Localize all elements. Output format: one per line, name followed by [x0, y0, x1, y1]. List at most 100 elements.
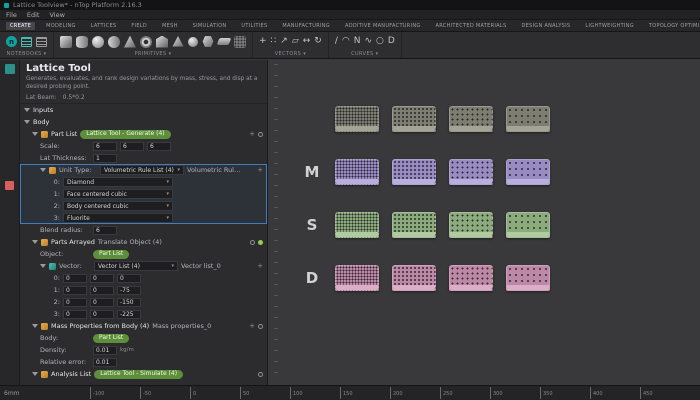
- add-icon[interactable]: +: [257, 262, 263, 270]
- vector-dropdown[interactable]: Vector List (4) ▾: [94, 261, 178, 271]
- part-list-block-header[interactable]: Part List Lattice Tool - Generate (4) +: [20, 128, 267, 140]
- vector-x-input[interactable]: 0: [63, 274, 87, 283]
- vector-z-input[interactable]: -75: [117, 286, 141, 295]
- lattice-part[interactable]: [506, 212, 550, 238]
- visibility-toggle-icon[interactable]: [250, 240, 255, 245]
- visibility-toggle-icon[interactable]: [258, 372, 263, 377]
- primitive-capsule-icon[interactable]: [108, 36, 120, 48]
- lattice-part[interactable]: [506, 159, 550, 185]
- vector-y-input[interactable]: 0: [90, 298, 114, 307]
- primitive-pyramid-icon[interactable]: [172, 36, 184, 48]
- add-icon[interactable]: +: [249, 322, 255, 330]
- mass-properties-block-header[interactable]: Mass Properties from Body (4) Mass prope…: [20, 320, 267, 332]
- caret-down-icon[interactable]: [32, 324, 38, 328]
- tab-lattices[interactable]: LATTICES: [87, 22, 121, 30]
- tab-mesh[interactable]: MESH: [158, 22, 182, 30]
- mass-body-value-pill[interactable]: Part List: [93, 334, 129, 343]
- rule-dropdown[interactable]: Face centered cubic ▾: [63, 189, 173, 199]
- analysis-list-value-pill[interactable]: Lattice Tool - Simulate (4): [94, 370, 183, 379]
- lattice-part[interactable]: [335, 159, 379, 185]
- primitive-lattice-icon[interactable]: [234, 36, 246, 48]
- primitive-box-icon[interactable]: [60, 36, 72, 48]
- scale-x-input[interactable]: 6: [93, 142, 117, 151]
- analysis-list-block-header[interactable]: Analysis List Lattice Tool - Simulate (4…: [20, 368, 267, 380]
- notebooks-section-label[interactable]: NOTEBOOKS ▾: [6, 51, 47, 57]
- curve-profile-icon[interactable]: D: [388, 37, 395, 46]
- lat-thickness-input[interactable]: 1: [93, 154, 117, 163]
- scale-y-input[interactable]: 6: [120, 142, 144, 151]
- object-value-pill[interactable]: Part List: [93, 250, 129, 259]
- vector-arrow-icon[interactable]: ↗: [280, 37, 288, 46]
- lattice-part[interactable]: [392, 265, 436, 291]
- tab-utilities[interactable]: UTILITIES: [237, 22, 271, 30]
- primitive-ball-icon[interactable]: [188, 37, 198, 47]
- vector-z-input[interactable]: -225: [117, 310, 141, 319]
- unit-type-dropdown[interactable]: Volumetric Rule List (4) ▾: [100, 165, 184, 175]
- primitive-torus-icon[interactable]: [140, 36, 152, 48]
- density-input[interactable]: 0.01: [93, 346, 117, 355]
- curve-circle-icon[interactable]: ○: [376, 37, 384, 46]
- vector-z-input[interactable]: 0: [117, 274, 141, 283]
- visibility-toggle-icon[interactable]: [258, 324, 263, 329]
- vector-y-input[interactable]: 0: [90, 310, 114, 319]
- inputs-section-row[interactable]: Inputs: [20, 104, 267, 116]
- relative-error-input[interactable]: 0.01: [93, 358, 117, 367]
- vector-header[interactable]: Vector: Vector List (4) ▾ Vector list_0 …: [20, 260, 267, 272]
- visibility-toggle-icon[interactable]: [258, 132, 263, 137]
- rule-dropdown[interactable]: Body centered cubic ▾: [63, 201, 173, 211]
- caret-down-icon[interactable]: [32, 372, 38, 376]
- primitives-section-label[interactable]: PRIMITIVES ▾: [60, 51, 246, 57]
- caret-down-icon[interactable]: [32, 240, 38, 244]
- primitive-cone-icon[interactable]: [124, 36, 136, 48]
- viewport-3d[interactable]: MSD: [268, 60, 700, 385]
- menu-item-file[interactable]: File: [6, 11, 17, 19]
- primitive-plane-icon[interactable]: [217, 38, 232, 45]
- vector-x-input[interactable]: 0: [63, 286, 87, 295]
- menu-item-view[interactable]: View: [49, 11, 64, 19]
- tab-modeling[interactable]: MODELING: [42, 22, 80, 30]
- rule-dropdown[interactable]: Diamond ▾: [63, 177, 173, 187]
- tab-additive-manufacturing[interactable]: ADDITIVE MANUFACTURING: [341, 22, 425, 30]
- add-icon[interactable]: +: [249, 130, 255, 138]
- curve-line-icon[interactable]: /: [335, 37, 338, 46]
- tab-create[interactable]: CREATE: [6, 22, 35, 30]
- curve-arc-icon[interactable]: ◠: [342, 37, 350, 46]
- lattice-part[interactable]: [392, 106, 436, 132]
- lattice-part[interactable]: [335, 106, 379, 132]
- lattice-part[interactable]: [449, 265, 493, 291]
- primitive-sphere-icon[interactable]: [92, 36, 104, 48]
- curve-wave-icon[interactable]: ∿: [364, 37, 372, 46]
- vector-y-input[interactable]: 0: [90, 286, 114, 295]
- caret-down-icon[interactable]: [32, 132, 38, 136]
- vector-z-input[interactable]: -150: [117, 298, 141, 307]
- primitive-prism-icon[interactable]: [156, 36, 168, 48]
- vector-rotate-icon[interactable]: ↻: [314, 37, 322, 46]
- caret-down-icon[interactable]: [24, 120, 30, 124]
- vector-x-input[interactable]: 0: [63, 310, 87, 319]
- lattice-part[interactable]: [506, 106, 550, 132]
- add-icon[interactable]: +: [257, 166, 263, 174]
- body-section-row[interactable]: Body: [20, 116, 267, 128]
- lattice-part[interactable]: [449, 159, 493, 185]
- curve-spline-icon[interactable]: N: [354, 37, 361, 46]
- tab-architected-materials[interactable]: ARCHITECTED MATERIALS: [432, 22, 511, 30]
- notebook-list-icon[interactable]: [36, 37, 47, 47]
- vector-axes-icon[interactable]: +: [259, 37, 267, 46]
- enabled-dot-icon[interactable]: [258, 240, 263, 245]
- vector-y-input[interactable]: 0: [90, 274, 114, 283]
- tab-simulation[interactable]: SIMULATION: [189, 22, 231, 30]
- caret-down-icon[interactable]: [40, 168, 46, 172]
- part-list-value-pill[interactable]: Lattice Tool - Generate (4): [80, 130, 170, 139]
- lattice-part[interactable]: [506, 265, 550, 291]
- point-cloud-icon[interactable]: ∷: [271, 37, 277, 46]
- tab-manufacturing[interactable]: MANUFACTURING: [278, 22, 334, 30]
- unit-type-header[interactable]: Unit Type: Volumetric Rule List (4) ▾ Vo…: [20, 164, 267, 176]
- vector-x-input[interactable]: 0: [63, 298, 87, 307]
- tab-field[interactable]: FIELD: [127, 22, 151, 30]
- scale-z-input[interactable]: 6: [147, 142, 171, 151]
- lattice-part[interactable]: [392, 212, 436, 238]
- tab-topology-optimization[interactable]: TOPOLOGY OPTIMIZATION: [645, 22, 700, 30]
- vector-measure-icon[interactable]: ↔: [303, 37, 311, 46]
- vector-plane-icon[interactable]: ▱: [292, 37, 299, 46]
- tab-design-analysis[interactable]: DESIGN ANALYSIS: [517, 22, 574, 30]
